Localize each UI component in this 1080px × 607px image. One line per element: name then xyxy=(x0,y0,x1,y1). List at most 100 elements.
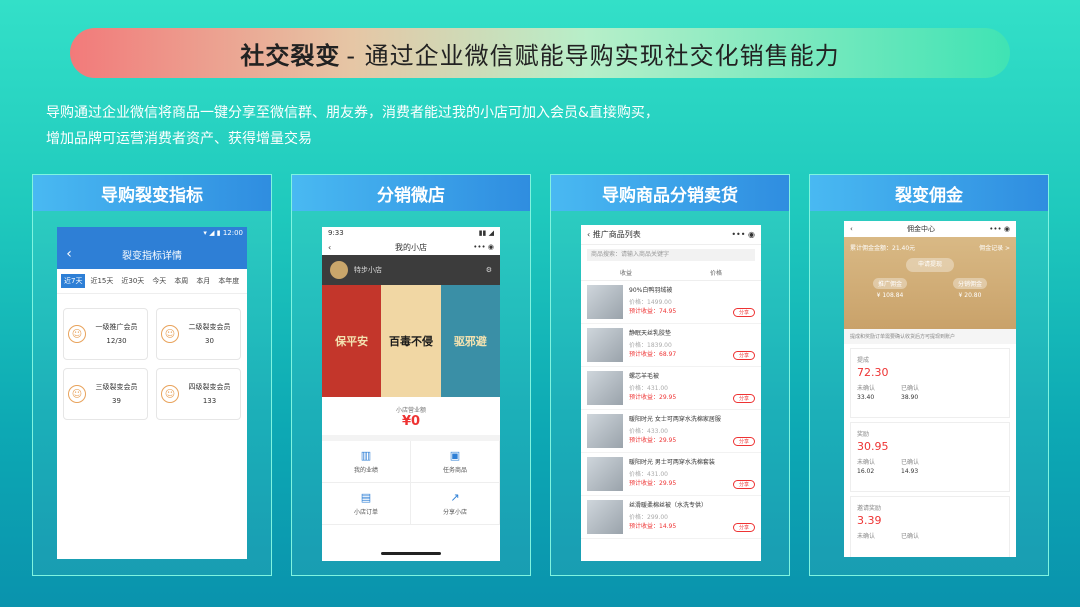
menu-item-orders[interactable]: ▤ 小店订单 xyxy=(322,483,411,525)
metric-value: 133 xyxy=(202,397,217,405)
card-value: 33.40 xyxy=(857,394,875,401)
balance-text: 累计佣金金额：21.40元 xyxy=(850,245,916,252)
card-value: 38.90 xyxy=(901,394,919,401)
metric-label: 二级裂变会员 xyxy=(188,323,231,331)
filter-tab[interactable]: 本年度 xyxy=(215,274,242,288)
shop-menu: ▥ 我的业绩 ▣ 任务商品 ▤ 小店订单 ↗ 分享小店 xyxy=(322,441,500,525)
product-image xyxy=(587,328,623,362)
record-link[interactable]: 佣金记录 > xyxy=(979,243,1010,252)
metric-value: 30 xyxy=(205,337,214,345)
share-button[interactable]: 分享 xyxy=(732,523,755,532)
share-icon: ↗ xyxy=(450,491,460,504)
list-item[interactable]: 暖阳时光 女士可两穿水洗棉家居服 价格：433.00 预计收益：29.95 分享 xyxy=(581,410,761,453)
commission-card: 奖励 30.95 未确认 16.02 已确认 14.93 xyxy=(850,422,1010,492)
status-bar: 9:33 ▮▮ ◢ xyxy=(322,227,500,239)
menu-label: 我的业绩 xyxy=(353,467,378,474)
metric-card[interactable]: ☺ 二级裂变会员 30 xyxy=(156,308,241,360)
nav-bar: ‹ 我的小店 ••• ◉ xyxy=(322,239,500,255)
commission-chip: 推广佣金 xyxy=(872,278,907,289)
panel-fission-metrics: 导购裂变指标 ▾ ◢ ▮ 12:00 ‹ 裂变指标详情 近7天 近15天 近30… xyxy=(32,174,272,576)
filter-tab[interactable]: 本周 xyxy=(171,274,191,288)
list-item[interactable]: 丝滑暖柔棉丝被（水洗专供） 价格：299.00 预计收益：14.95 分享 xyxy=(581,496,761,539)
more-icon[interactable]: ••• ◉ xyxy=(989,225,1010,233)
filter-tab[interactable]: 今天 xyxy=(149,274,169,288)
commission-card: 提成 72.30 未确认 33.40 已确认 38.90 xyxy=(850,348,1010,418)
commission-value: ¥ 108.84 xyxy=(876,292,904,299)
metric-label: 一级推广会员 xyxy=(95,323,138,331)
gear-icon[interactable]: ⚙ xyxy=(486,266,492,274)
product-price: 价格：431.00 xyxy=(629,471,668,478)
share-button[interactable]: 分享 xyxy=(732,351,755,360)
panel-commission: 裂变佣金 ‹ 佣金中心 ••• ◉ 累计佣金金额：21.40元 佣金记录 > 申… xyxy=(809,174,1049,576)
filter-tab[interactable]: 近7天 xyxy=(61,274,86,288)
more-icon[interactable]: ••• ◉ xyxy=(473,243,494,251)
shop-name: 特步小店 xyxy=(354,266,382,274)
card-label: 未确认 xyxy=(857,385,876,392)
filter-tab[interactable]: 近30天 xyxy=(118,274,147,288)
list-item[interactable]: 90%白鸭羽绒被 价格：1499.00 预计收益：74.95 分享 xyxy=(581,281,761,324)
user-icon: ☺ xyxy=(161,325,179,343)
back-icon[interactable]: ‹ xyxy=(57,246,81,262)
share-button[interactable]: 分享 xyxy=(732,308,755,317)
metric-value: 39 xyxy=(112,397,121,405)
card-label: 未确认 xyxy=(857,533,876,540)
nav-title: 我的小店 xyxy=(395,242,427,252)
list-item[interactable]: 静眠天丝乳胶垫 价格：1839.00 预计收益：68.97 分享 xyxy=(581,324,761,367)
metric-card[interactable]: ☺ 三级裂变会员 39 xyxy=(63,368,148,420)
commission-value: ¥ 20.80 xyxy=(958,292,982,299)
commission-summary: 累计佣金金额：21.40元 佣金记录 > 申请提现 推广佣金 ¥ 108.84 分… xyxy=(844,237,1016,329)
menu-item-performance[interactable]: ▥ 我的业绩 xyxy=(322,441,411,483)
back-icon[interactable]: ‹ xyxy=(328,243,331,252)
sort-tabs: 收益 价格 xyxy=(581,265,761,281)
commission-card: 邀请奖励 3.39 未确认 已确认 xyxy=(850,496,1010,557)
search-input[interactable]: 商品搜索：请输入商品关键字 xyxy=(587,249,755,261)
card-label: 已确认 xyxy=(901,459,920,466)
card-title: 提成 xyxy=(857,357,870,364)
card-label: 已确认 xyxy=(901,385,920,392)
sales-value: ¥0 xyxy=(401,414,421,429)
product-name: 暖阳时光 女士可两穿水洗棉家居服 xyxy=(629,416,721,423)
product-name: 暖阳时光 男士可两穿水洗棉套装 xyxy=(629,459,715,466)
nav-bar: ‹ 推广商品列表 ••• ◉ xyxy=(581,225,761,245)
signal-icon: ▮▮ ◢ xyxy=(478,229,494,237)
header-banner: 社交裂变 - 通过企业微信赋能导购实现社交化销售能力 xyxy=(70,28,1010,78)
card-amount: 72.30 xyxy=(857,366,889,379)
order-icon: ▤ xyxy=(360,491,372,504)
nav-title: 裂变指标详情 xyxy=(122,250,182,262)
product-name: 螺芯羊毛被 xyxy=(629,373,660,380)
list-item[interactable]: 暖阳时光 男士可两穿水洗棉套装 价格：431.00 预计收益：29.95 分享 xyxy=(581,453,761,496)
product-image xyxy=(587,414,623,448)
header-title: - 通过企业微信赋能导购实现社交化销售能力 xyxy=(346,41,840,70)
user-icon: ☺ xyxy=(68,325,86,343)
phone-screen: ‹ 佣金中心 ••• ◉ 累计佣金金额：21.40元 佣金记录 > 申请提现 推… xyxy=(844,221,1016,557)
metric-card[interactable]: ☺ 一级推广会员 12/30 xyxy=(63,308,148,360)
product-image xyxy=(587,500,623,534)
filter-tab[interactable]: 本月 xyxy=(193,274,213,288)
status-time: 9:33 xyxy=(328,229,344,237)
shop-poster[interactable]: 保平安 百毒不侵 驱邪避 xyxy=(322,285,500,397)
list-item[interactable]: 螺芯羊毛被 价格：431.00 预计收益：29.95 分享 xyxy=(581,367,761,410)
share-button[interactable]: 分享 xyxy=(732,480,755,489)
nav-bar: ‹ 裂变指标详情 xyxy=(57,239,247,269)
panel-title: 导购裂变指标 xyxy=(33,175,271,211)
more-icon[interactable]: ••• ◉ xyxy=(731,230,755,239)
product-price: 价格：1839.00 xyxy=(629,342,672,349)
poster-panel: 百毒不侵 xyxy=(381,285,441,397)
product-name: 90%白鸭羽绒被 xyxy=(629,287,673,294)
commission-chip: 分销佣金 xyxy=(952,278,987,289)
panel-distribution-shop: 分销微店 9:33 ▮▮ ◢ ‹ 我的小店 ••• ◉ 特步小店 ⚙ 保平安 百… xyxy=(291,174,531,576)
filter-tab[interactable]: 近15天 xyxy=(87,274,116,288)
metric-card[interactable]: ☺ 四级裂变会员 133 xyxy=(156,368,241,420)
menu-item-task-goods[interactable]: ▣ 任务商品 xyxy=(411,441,500,483)
header-title-bold: 社交裂变 xyxy=(240,41,341,70)
tab-earnings[interactable]: 收益 xyxy=(581,265,671,280)
menu-item-share[interactable]: ↗ 分享小店 xyxy=(411,483,500,525)
description-line1: 导购通过企业微信将商品一键分享至微信群、朋友券，消费者能过我的小店可加入会员&直… xyxy=(46,105,659,121)
product-name: 丝滑暖柔棉丝被（水洗专供） xyxy=(629,502,708,509)
card-value: 14.93 xyxy=(901,468,919,475)
share-button[interactable]: 分享 xyxy=(732,394,755,403)
tab-price[interactable]: 价格 xyxy=(671,265,761,280)
share-button[interactable]: 分享 xyxy=(732,437,755,446)
product-price: 价格：1499.00 xyxy=(629,299,672,306)
withdraw-button[interactable]: 申请提现 xyxy=(906,258,954,272)
